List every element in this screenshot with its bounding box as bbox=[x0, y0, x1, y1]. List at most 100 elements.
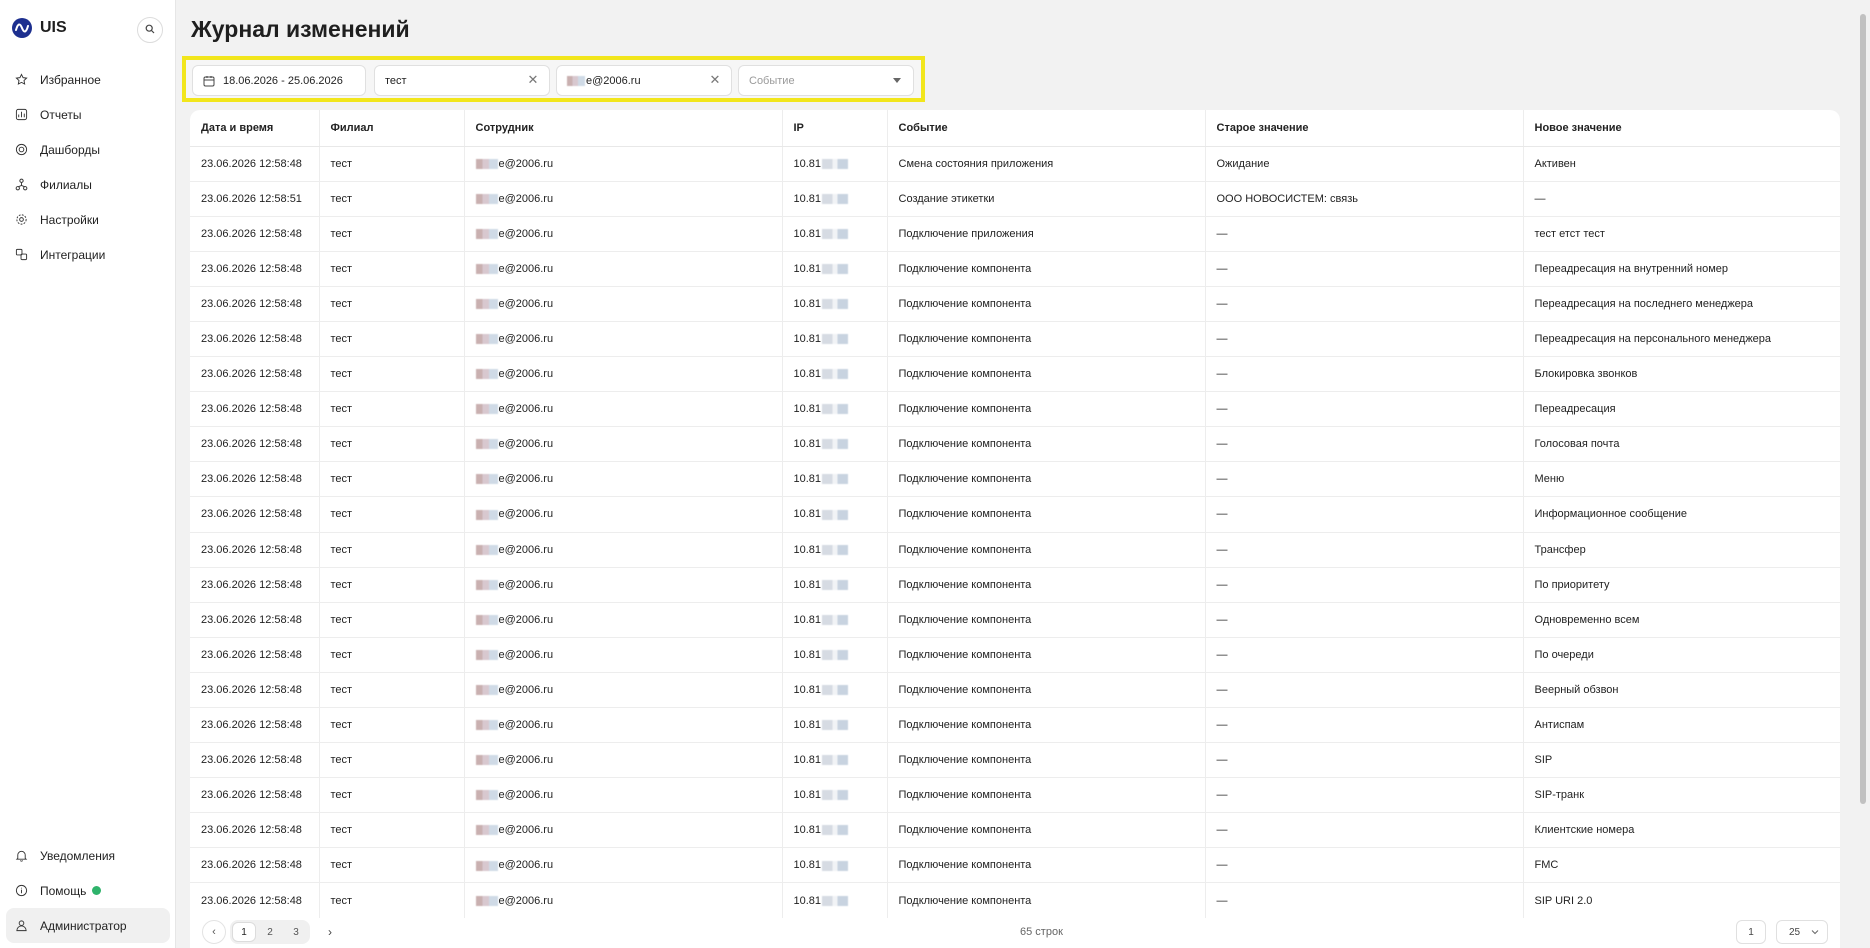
table-cell: — bbox=[1205, 707, 1524, 744]
table-row[interactable]: 23.06.2026 12:58:48 тест e@2006.ru 10.81 Под… bbox=[190, 391, 1840, 428]
cell-text: 23.06.2026 12:58:48 bbox=[201, 824, 302, 837]
table-cell: тест bbox=[319, 251, 465, 287]
table-row[interactable]: 23.06.2026 12:58:48 тест e@2006.ru 10.81 Под… bbox=[190, 847, 1840, 884]
star-icon bbox=[14, 73, 28, 87]
table-row[interactable]: 23.06.2026 12:58:48 тест e@2006.ru 10.81 Под… bbox=[190, 777, 1840, 814]
clear-employee-icon[interactable]: ✕ bbox=[709, 72, 721, 87]
table-cell: 10.81 bbox=[782, 707, 888, 744]
sidebar-item-favorites[interactable]: Избранное bbox=[0, 62, 176, 97]
column-header[interactable]: Событие bbox=[887, 110, 1206, 147]
table-row[interactable]: 23.06.2026 12:58:48 тест e@2006.ru 10.81 Сме… bbox=[190, 146, 1840, 182]
table-row[interactable]: 23.06.2026 12:58:48 тест e@2006.ru 10.81 Под… bbox=[190, 461, 1840, 498]
table-cell: Подключение компонента bbox=[887, 637, 1206, 673]
cell-text: — bbox=[1216, 894, 1228, 907]
cell-text: тест bbox=[330, 508, 353, 521]
page-2-button[interactable]: 2 bbox=[258, 922, 282, 942]
cell-text: — bbox=[1216, 683, 1228, 696]
cell-text: тест bbox=[330, 824, 353, 837]
employee-filter[interactable]: e@2006.ru ✕ bbox=[556, 65, 732, 96]
cell-text: 10.81 bbox=[793, 157, 822, 170]
table-cell: 10.81 bbox=[782, 777, 888, 814]
filter-bar: 18.06.2026 - 25.06.2026 тест ✕ e@2006.ru… bbox=[182, 56, 925, 102]
column-header[interactable]: Сотрудник bbox=[464, 110, 783, 147]
column-header[interactable]: IP bbox=[782, 110, 888, 147]
sidebar-item-reports[interactable]: Отчеты bbox=[0, 97, 176, 132]
table-cell: e@2006.ru bbox=[464, 672, 783, 709]
table-cell: 10.81 bbox=[782, 181, 888, 217]
sidebar-item-integrations[interactable]: Интеграции bbox=[0, 237, 176, 272]
table-row[interactable]: 23.06.2026 12:58:48 тест e@2006.ru 10.81 Под… bbox=[190, 216, 1840, 252]
sidebar-item-settings[interactable]: Настройки bbox=[0, 202, 176, 237]
cell-text: 23.06.2026 12:58:48 bbox=[201, 403, 302, 416]
table-cell: e@2006.ru bbox=[464, 532, 783, 568]
table-cell: SIP-транк bbox=[1523, 777, 1840, 814]
sidebar-item-admin[interactable]: Администратор bbox=[6, 908, 170, 943]
table-cell: Подключение компонента bbox=[887, 532, 1206, 568]
table-row[interactable]: 23.06.2026 12:58:48 тест e@2006.ru 10.81 Под… bbox=[190, 496, 1840, 533]
table-cell: Подключение компонента bbox=[887, 461, 1206, 498]
gear-icon bbox=[14, 213, 28, 227]
table-cell: Подключение компонента bbox=[887, 567, 1206, 603]
cell-text: 10.81 bbox=[793, 227, 822, 240]
table-row[interactable]: 23.06.2026 12:58:48 тест e@2006.ru 10.81 Под… bbox=[190, 742, 1840, 779]
page-3-button[interactable]: 3 bbox=[284, 922, 308, 942]
cell-text: 10.81 bbox=[793, 683, 822, 696]
event-select[interactable]: Событие bbox=[738, 65, 914, 96]
table-row[interactable]: 23.06.2026 12:58:48 тест e@2006.ru 10.81 Под… bbox=[190, 707, 1840, 744]
table-row[interactable]: 23.06.2026 12:58:48 тест e@2006.ru 10.81 Под… bbox=[190, 882, 1840, 919]
column-header[interactable]: Филиал bbox=[319, 110, 465, 147]
page-number-input[interactable]: 1 bbox=[1736, 920, 1766, 944]
date-range-filter[interactable]: 18.06.2026 - 25.06.2026 bbox=[192, 65, 366, 96]
table-row[interactable]: 23.06.2026 12:58:48 тест e@2006.ru 10.81 Под… bbox=[190, 426, 1840, 463]
table-cell: Антиспам bbox=[1523, 707, 1840, 744]
sidebar-item-branches[interactable]: Филиалы bbox=[0, 167, 176, 202]
next-page-button[interactable]: › bbox=[328, 925, 332, 939]
search-button[interactable] bbox=[137, 17, 163, 43]
table-row[interactable]: 23.06.2026 12:58:48 тест e@2006.ru 10.81 Под… bbox=[190, 672, 1840, 709]
branch-filter[interactable]: тест ✕ bbox=[374, 65, 550, 96]
table-cell: тест bbox=[319, 882, 465, 919]
sidebar-item-help[interactable]: Помощь bbox=[0, 873, 176, 908]
table-cell: тест bbox=[319, 602, 465, 638]
table-cell: 10.81 bbox=[782, 742, 888, 779]
table-cell: 23.06.2026 12:58:48 bbox=[190, 812, 320, 849]
page-1-button[interactable]: 1 bbox=[232, 922, 256, 942]
table-row[interactable]: 23.06.2026 12:58:48 тест e@2006.ru 10.81 Под… bbox=[190, 286, 1840, 322]
table-cell: Подключение компонента bbox=[887, 672, 1206, 709]
column-header[interactable]: Старое значение bbox=[1205, 110, 1524, 147]
clear-branch-icon[interactable]: ✕ bbox=[527, 72, 539, 87]
cell-text: Клиентские номера bbox=[1534, 824, 1635, 837]
cell-text: Подключение компонента bbox=[898, 438, 1032, 451]
table-cell: тест bbox=[319, 742, 465, 779]
brand[interactable]: UIS bbox=[12, 18, 67, 38]
sidebar-item-dashboards[interactable]: Дашборды bbox=[0, 132, 176, 167]
table-row[interactable]: 23.06.2026 12:58:48 тест e@2006.ru 10.81 Под… bbox=[190, 567, 1840, 603]
table-row[interactable]: 23.06.2026 12:58:48 тест e@2006.ru 10.81 Под… bbox=[190, 532, 1840, 568]
table-cell: 23.06.2026 12:58:48 bbox=[190, 882, 320, 919]
column-header[interactable]: Новое значение bbox=[1523, 110, 1840, 147]
table-row[interactable]: 23.06.2026 12:58:51 тест e@2006.ru 10.81 Соз… bbox=[190, 181, 1840, 217]
cell-text: 10.81 bbox=[793, 543, 822, 556]
table-row[interactable]: 23.06.2026 12:58:48 тест e@2006.ru 10.81 Под… bbox=[190, 812, 1840, 849]
cell-text: SIP URI 2.0 bbox=[1534, 894, 1593, 907]
table-row[interactable]: 23.06.2026 12:58:48 тест e@2006.ru 10.81 Под… bbox=[190, 251, 1840, 287]
cell-text: — bbox=[1216, 473, 1228, 486]
cell-text: 10.81 bbox=[793, 508, 822, 521]
cell-text: — bbox=[1216, 508, 1228, 521]
per-page-select[interactable]: 25 bbox=[1776, 920, 1828, 944]
table-cell: — bbox=[1205, 216, 1524, 252]
table-row[interactable]: 23.06.2026 12:58:48 тест e@2006.ru 10.81 Под… bbox=[190, 356, 1840, 393]
table-row[interactable]: 23.06.2026 12:58:48 тест e@2006.ru 10.81 Под… bbox=[190, 321, 1840, 358]
cell-text: — bbox=[1216, 859, 1228, 872]
sidebar-item-label: Настройки bbox=[40, 212, 99, 227]
scrollbar-thumb[interactable] bbox=[1860, 14, 1866, 804]
table-row[interactable]: 23.06.2026 12:58:48 тест e@2006.ru 10.81 Под… bbox=[190, 637, 1840, 673]
cell-text: FMC bbox=[1534, 859, 1559, 872]
prev-page-button[interactable]: ‹ bbox=[202, 920, 226, 944]
sidebar-item-notifications[interactable]: Уведомления bbox=[0, 838, 176, 873]
page-scrollbar[interactable] bbox=[1858, 0, 1868, 948]
redacted-text bbox=[822, 755, 849, 766]
column-header[interactable]: Дата и время bbox=[190, 110, 320, 147]
table-cell: Подключение компонента bbox=[887, 496, 1206, 533]
table-row[interactable]: 23.06.2026 12:58:48 тест e@2006.ru 10.81 Под… bbox=[190, 602, 1840, 638]
